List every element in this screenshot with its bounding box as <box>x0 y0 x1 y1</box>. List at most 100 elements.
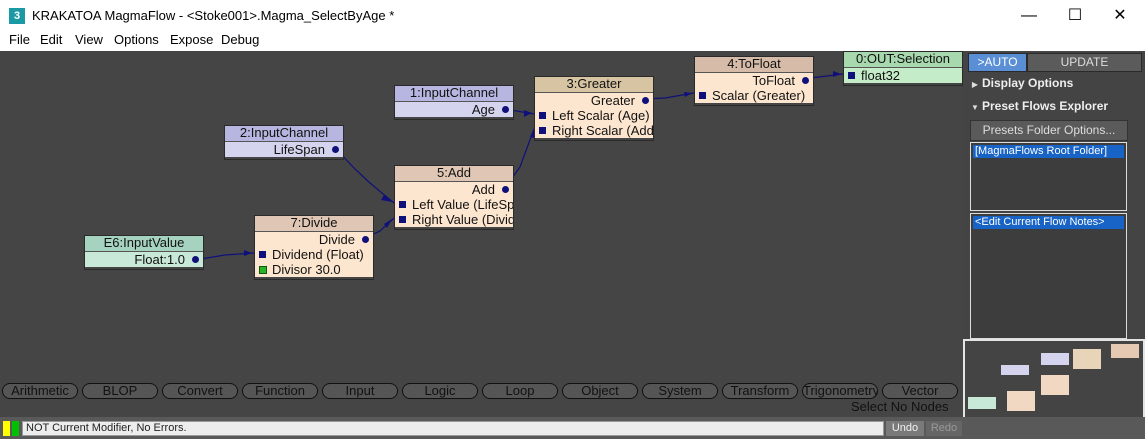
node-graph-canvas[interactable]: 0:OUT:Selection float32 4:ToFloat ToFloa… <box>0 51 963 417</box>
node-out-selection[interactable]: 0:OUT:Selection float32 <box>843 51 963 86</box>
tab-object[interactable]: Object <box>562 383 638 399</box>
output-label: ToFloat <box>752 73 795 88</box>
input-socket[interactable] <box>259 266 267 274</box>
list-item-edit-notes[interactable]: <Edit Current Flow Notes> <box>973 216 1124 229</box>
close-button[interactable]: ✕ <box>1097 0 1143 31</box>
tab-function[interactable]: Function <box>242 383 318 399</box>
node-title: 0:OUT:Selection <box>844 52 962 68</box>
node-input-right-value[interactable]: Right Value (Divide) <box>395 212 513 227</box>
output-label: LifeSpan <box>273 142 325 157</box>
preset-folder-list[interactable]: [MagmaFlows Root Folder] <box>970 142 1127 211</box>
side-panel: >AUTO UPDATE ▶ Display Options ▼ Preset Fl… <box>963 51 1145 339</box>
node-output-lifespan[interactable]: LifeSpan <box>225 142 343 157</box>
menu-options[interactable]: Options <box>114 32 159 47</box>
input-socket[interactable] <box>539 112 546 119</box>
input-socket[interactable] <box>539 127 546 134</box>
node-title: 4:ToFloat <box>695 57 813 73</box>
node-input-divisor[interactable]: Divisor 30.0 <box>255 262 373 277</box>
menu-view[interactable]: View <box>75 32 103 47</box>
menu-edit[interactable]: Edit <box>40 32 62 47</box>
node-output-float[interactable]: Float:1.0 <box>85 252 203 267</box>
output-socket[interactable] <box>502 186 509 193</box>
output-socket[interactable] <box>502 106 509 113</box>
tab-input[interactable]: Input <box>322 383 398 399</box>
minimap-node-divide <box>1007 391 1035 411</box>
rollout-preset-flows-explorer[interactable]: ▼ Preset Flows Explorer <box>968 97 1140 115</box>
menu-debug[interactable]: Debug <box>221 32 259 47</box>
tab-arithmetic[interactable]: Arithmetic <box>2 383 78 399</box>
minimap-node-out <box>1111 344 1139 358</box>
node-divide[interactable]: 7:Divide Divide Dividend (Float) Divisor… <box>254 215 374 280</box>
rollout-label: Preset Flows Explorer <box>982 99 1109 113</box>
minimap-node-tofloat <box>1073 349 1101 369</box>
node-input-scalar[interactable]: Scalar (Greater) <box>695 88 813 103</box>
node-output-divide[interactable]: Divide <box>255 232 373 247</box>
input-label: Scalar (Greater) <box>712 88 806 103</box>
input-label: Dividend (Float) <box>272 247 364 262</box>
category-tab-bar: Arithmetic BLOP Convert Function Input L… <box>0 383 963 399</box>
rollout-label: Display Options <box>982 76 1074 90</box>
update-button[interactable]: UPDATE <box>1027 53 1142 72</box>
window-title: KRAKATOA MagmaFlow - <Stoke001>.Magma_Se… <box>32 8 395 23</box>
output-socket[interactable] <box>642 97 649 104</box>
input-socket[interactable] <box>399 216 406 223</box>
node-input-right-scalar[interactable]: Right Scalar (Add) <box>535 123 653 138</box>
output-socket[interactable] <box>802 77 809 84</box>
presets-folder-options-button[interactable]: Presets Folder Options... <box>970 120 1128 141</box>
input-label: Right Scalar (Add) <box>552 123 653 138</box>
node-tofloat[interactable]: 4:ToFloat ToFloat Scalar (Greater) <box>694 56 814 106</box>
node-output-greater[interactable]: Greater <box>535 93 653 108</box>
minimap-node-add <box>1041 375 1069 395</box>
output-socket[interactable] <box>332 146 339 153</box>
undo-button[interactable]: Undo <box>886 421 924 436</box>
tab-convert[interactable]: Convert <box>162 383 238 399</box>
node-inputvalue[interactable]: E6:InputValue Float:1.0 <box>84 235 204 270</box>
flow-notes-list[interactable]: <Edit Current Flow Notes> <box>970 213 1127 339</box>
status-bar: NOT Current Modifier, No Errors. Undo Re… <box>0 417 1145 439</box>
node-input-dividend[interactable]: Dividend (Float) <box>255 247 373 262</box>
list-item-root-folder[interactable]: [MagmaFlows Root Folder] <box>973 145 1124 158</box>
node-output-age[interactable]: Age <box>395 102 513 117</box>
app-icon: 3 <box>9 8 25 24</box>
status-message: NOT Current Modifier, No Errors. <box>22 421 884 436</box>
input-socket[interactable] <box>699 92 706 99</box>
input-label: Left Value (LifeSpan) <box>412 197 513 212</box>
expanded-arrow-icon: ▼ <box>971 103 979 112</box>
output-socket[interactable] <box>362 236 369 243</box>
tab-blop[interactable]: BLOP <box>82 383 158 399</box>
minimize-button[interactable]: — <box>1006 0 1052 31</box>
input-socket[interactable] <box>848 72 855 79</box>
tab-system[interactable]: System <box>642 383 718 399</box>
input-socket[interactable] <box>259 251 266 258</box>
tab-vector[interactable]: Vector <box>882 383 958 399</box>
tab-trigonometry[interactable]: Trigonometry <box>802 383 878 399</box>
maximize-button[interactable]: ☐ <box>1052 0 1098 31</box>
tab-loop[interactable]: Loop <box>482 383 558 399</box>
output-label: Divide <box>318 232 355 247</box>
node-input-left-value[interactable]: Left Value (LifeSpan) <box>395 197 513 212</box>
node-add[interactable]: 5:Add Add Left Value (LifeSpan) Right Va… <box>394 165 514 230</box>
auto-button[interactable]: >AUTO <box>968 53 1027 72</box>
node-title: 5:Add <box>395 166 513 182</box>
node-inputchannel-lifespan[interactable]: 2:InputChannel LifeSpan <box>224 125 344 160</box>
node-greater[interactable]: 3:Greater Greater Left Scalar (Age) Righ… <box>534 76 654 141</box>
menu-expose[interactable]: Expose <box>170 32 213 47</box>
output-socket[interactable] <box>192 256 199 263</box>
tab-transform[interactable]: Transform <box>722 383 798 399</box>
output-label: Add <box>471 182 495 197</box>
node-output-tofloat[interactable]: ToFloat <box>695 73 813 88</box>
input-label: float32 <box>861 68 901 83</box>
rollout-display-options[interactable]: ▶ Display Options <box>968 74 1140 92</box>
output-label: Greater <box>590 93 635 108</box>
node-input-left-scalar[interactable]: Left Scalar (Age) <box>535 108 653 123</box>
node-output-add[interactable]: Add <box>395 182 513 197</box>
input-socket[interactable] <box>399 201 406 208</box>
minimap-node-lifespan <box>1001 375 1003 377</box>
output-label: Float:1.0 <box>134 252 185 267</box>
menu-file[interactable]: File <box>9 32 30 47</box>
redo-button[interactable]: Redo <box>926 421 962 436</box>
tab-logic[interactable]: Logic <box>402 383 478 399</box>
selection-status: Select No Nodes <box>851 399 949 414</box>
node-input-float32[interactable]: float32 <box>844 68 962 83</box>
node-inputchannel-age[interactable]: 1:InputChannel Age <box>394 85 514 120</box>
